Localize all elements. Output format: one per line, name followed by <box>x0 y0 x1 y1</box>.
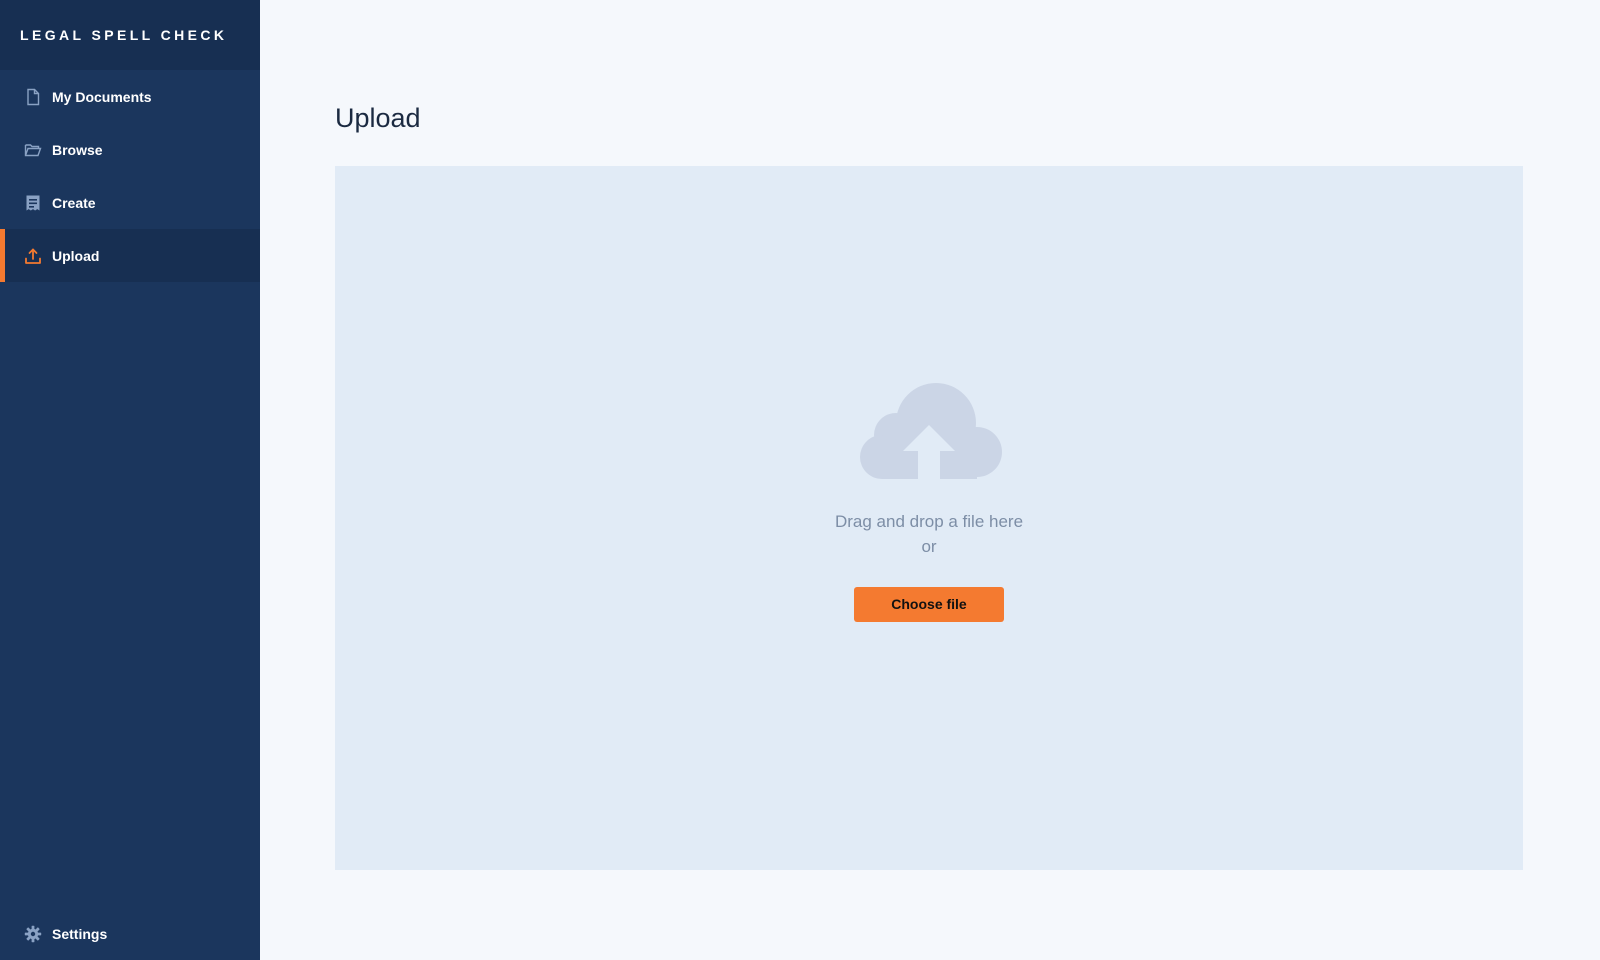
cloud-upload-icon <box>860 382 1002 479</box>
upload-icon <box>24 247 42 265</box>
dropzone-or-label: or <box>921 536 937 556</box>
sidebar-item-upload[interactable]: Upload <box>0 229 260 282</box>
sidebar-item-browse[interactable]: Browse <box>0 123 260 176</box>
document-icon <box>24 88 42 106</box>
sidebar-item-create[interactable]: Create <box>0 176 260 229</box>
sidebar-item-settings[interactable]: Settings <box>0 907 260 960</box>
brand-logo[interactable]: LEGAL SPELL CHECK <box>0 0 260 70</box>
main-content: Upload Drag and drop a file here or Choo… <box>260 0 1600 960</box>
sidebar-item-label: Settings <box>52 925 108 942</box>
dropzone-instructions: Drag and drop a file here <box>834 511 1024 531</box>
create-document-icon <box>24 194 42 212</box>
folder-open-icon <box>24 141 42 159</box>
app-window: LEGAL SPELL CHECK My Documents Browse Cr… <box>0 0 1600 960</box>
sidebar-item-label: My Documents <box>52 88 152 105</box>
page-title: Upload <box>335 103 421 133</box>
sidebar-item-label: Upload <box>52 247 100 264</box>
file-dropzone[interactable]: Drag and drop a file here or Choose file <box>335 166 1523 870</box>
sidebar-nav: My Documents Browse Create Upload <box>0 70 260 282</box>
choose-file-button[interactable]: Choose file <box>854 586 1004 622</box>
gear-icon <box>24 925 42 943</box>
sidebar-item-my-documents[interactable]: My Documents <box>0 70 260 123</box>
sidebar: LEGAL SPELL CHECK My Documents Browse Cr… <box>0 0 260 960</box>
sidebar-item-label: Create <box>52 194 96 211</box>
sidebar-item-label: Browse <box>52 141 103 158</box>
